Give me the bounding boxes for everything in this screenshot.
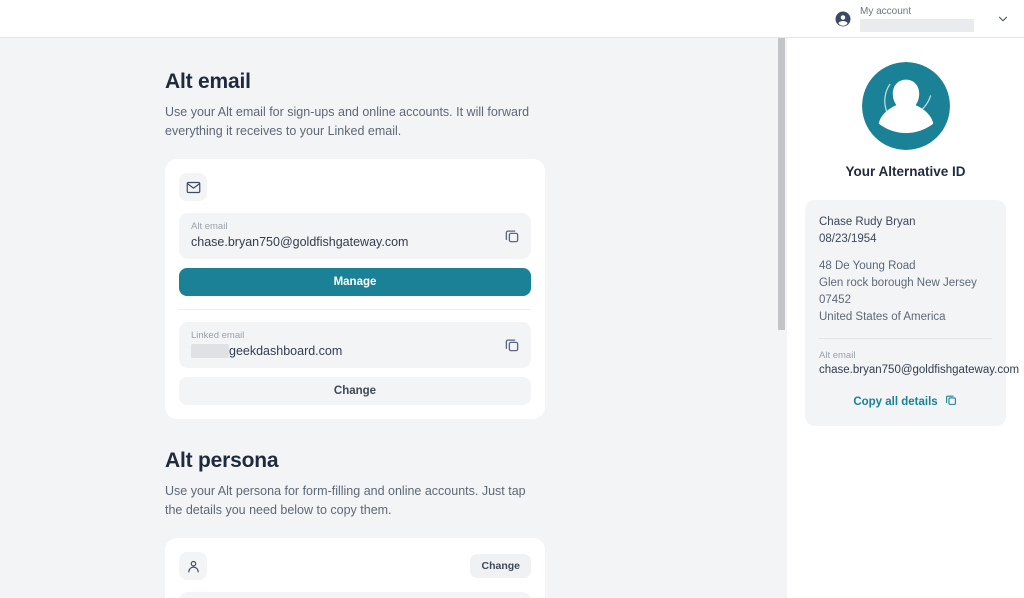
section-description-alt-email: Use your Alt email for sign-ups and onli…	[165, 105, 530, 138]
section-description-alt-persona: Use your Alt persona for form-filling an…	[165, 484, 526, 517]
identity-dob: 08/23/1954	[819, 233, 877, 245]
manage-button[interactable]: Manage	[179, 268, 531, 296]
account-field[interactable]: My account	[860, 6, 978, 32]
identity-address-line3: United States of America	[819, 311, 946, 323]
change-linked-email-button[interactable]: Change	[179, 377, 531, 405]
alt-persona-card-header: Change	[179, 552, 531, 580]
sidebar-title: Your Alternative ID	[845, 164, 966, 179]
identity-address-line1: 48 De Young Road	[819, 260, 916, 272]
identity-address-line2: Glen rock borough New Jersey 07452	[819, 277, 977, 306]
envelope-icon	[179, 173, 207, 201]
vertical-scrollbar-thumb[interactable]	[778, 38, 785, 330]
account-value-redacted	[860, 18, 974, 32]
card-divider	[179, 309, 531, 310]
alt-persona-card: Change Name Chase	[165, 538, 545, 598]
identity-email-label: Alt email	[819, 350, 856, 361]
copy-icon	[944, 393, 958, 410]
copy-icon[interactable]	[503, 227, 521, 245]
account-label: My account	[860, 5, 912, 17]
person-icon	[179, 552, 207, 580]
linked-email-redacted-block	[191, 344, 229, 358]
linked-email-field-value: geekdashboard.com	[229, 344, 343, 358]
identity-name: Chase Rudy Bryan	[819, 216, 916, 228]
vertical-scrollbar-track[interactable]	[776, 38, 787, 598]
linked-email-field-value-row: geekdashboard.com	[191, 343, 491, 359]
alt-email-field[interactable]: Alt email chase.bryan750@goldfishgateway…	[179, 213, 531, 259]
alt-email-card-header	[179, 173, 531, 201]
person-avatar-icon	[861, 62, 950, 150]
copy-all-details-button[interactable]: Copy all details	[819, 393, 992, 414]
change-persona-button[interactable]: Change	[470, 554, 531, 578]
alt-email-field-value: chase.bryan750@goldfishgateway.com	[191, 235, 409, 249]
chevron-down-icon[interactable]	[996, 12, 1010, 26]
section-title-alt-persona: Alt persona	[165, 449, 279, 472]
top-header-bar: My account	[0, 0, 1024, 38]
alternative-id-sidebar: Your Alternative ID Chase Rudy Bryan 08/…	[787, 38, 1024, 598]
account-circle-icon	[834, 10, 852, 28]
linked-email-field[interactable]: Linked email geekdashboard.com	[179, 322, 531, 368]
main-content-area: Alt email Use your Alt email for sign-up…	[0, 38, 787, 598]
copy-all-details-label: Copy all details	[853, 395, 938, 408]
identity-card-divider	[819, 338, 992, 339]
identity-email-value: chase.bryan750@goldfishgateway.com	[819, 364, 1020, 376]
copy-icon[interactable]	[503, 336, 521, 354]
persona-name-field[interactable]: Name Chase	[179, 592, 531, 598]
section-title-alt-email: Alt email	[165, 70, 251, 93]
account-menu[interactable]: My account	[834, 6, 1010, 32]
linked-email-field-label: Linked email	[191, 330, 245, 341]
alt-email-card: Alt email chase.bryan750@goldfishgateway…	[165, 159, 545, 419]
identity-card: Chase Rudy Bryan 08/23/1954 48 De Young …	[805, 200, 1020, 426]
alt-email-field-label: Alt email	[191, 221, 228, 232]
